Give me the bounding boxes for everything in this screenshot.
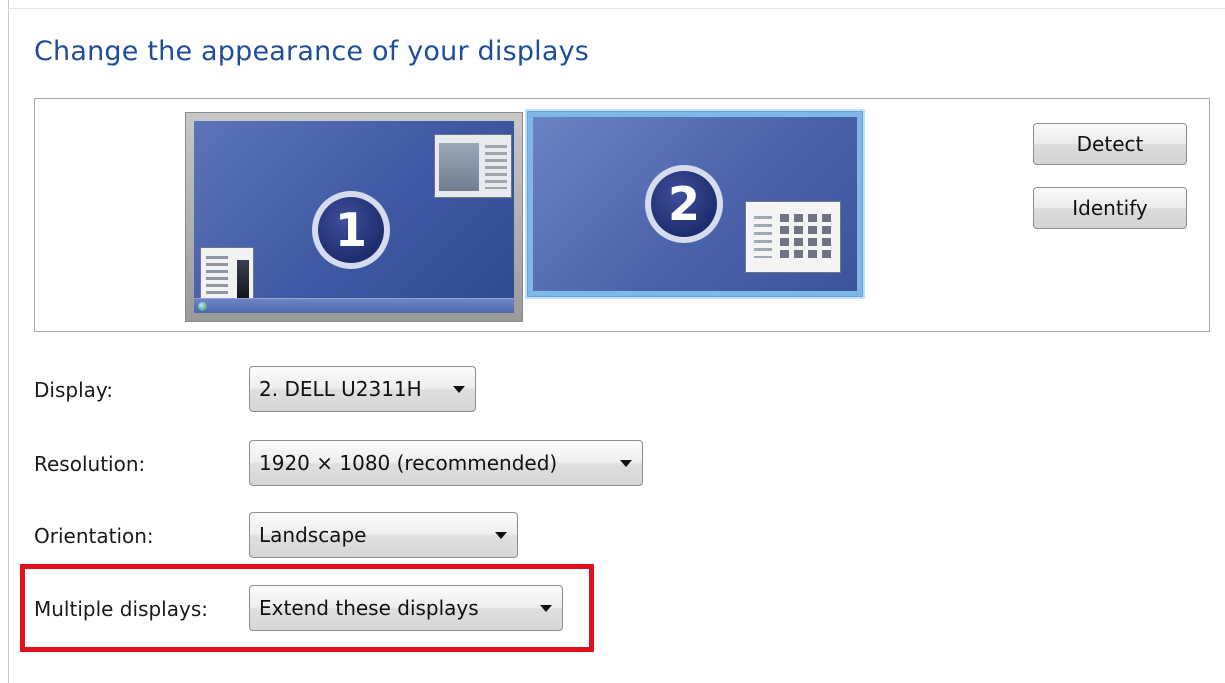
window-left-border [8, 0, 9, 683]
display-dropdown[interactable]: 2. DELL U2311H [249, 366, 476, 412]
monitor-2-number: 2 [651, 171, 717, 237]
resolution-dropdown[interactable]: 1920 × 1080 (recommended) [249, 440, 643, 486]
window-thumbnail-icon [434, 134, 512, 198]
monitor-1-screen: 1 [194, 121, 514, 313]
calculator-window-thumbnail-icon [745, 201, 841, 273]
resolution-label: Resolution: [34, 452, 146, 476]
display-label: Display: [34, 378, 114, 402]
monitor-2-preview-selected[interactable]: 2 [527, 111, 863, 297]
monitor-arrangement-panel: 1 2 Detect Identify [34, 98, 1210, 332]
identify-button[interactable]: Identify [1033, 187, 1187, 229]
display-settings-window: Change the appearance of your displays 1 [0, 0, 1225, 683]
monitor-number-badge: 2 [645, 165, 723, 243]
chevron-down-icon [620, 460, 632, 467]
chevron-down-icon [495, 532, 507, 539]
monitor-1-preview[interactable]: 1 [185, 112, 523, 322]
monitor-1-number: 1 [318, 197, 384, 263]
resolution-dropdown-value: 1920 × 1080 (recommended) [259, 451, 558, 475]
window-top-border [8, 8, 1225, 9]
monitor-2-screen: 2 [533, 117, 857, 291]
chevron-down-icon [540, 605, 552, 612]
taskbar-thumbnail [194, 298, 514, 313]
monitor-number-badge: 1 [312, 191, 390, 269]
multiple-displays-label: Multiple displays: [34, 597, 208, 621]
display-dropdown-value: 2. DELL U2311H [259, 377, 422, 401]
orientation-label: Orientation: [34, 524, 154, 548]
orientation-dropdown-value: Landscape [259, 523, 367, 547]
start-orb-icon [198, 302, 207, 311]
chevron-down-icon [453, 386, 465, 393]
multiple-displays-dropdown[interactable]: Extend these displays [249, 585, 563, 631]
page-title: Change the appearance of your displays [34, 36, 590, 67]
detect-button[interactable]: Detect [1033, 123, 1187, 165]
multiple-displays-dropdown-value: Extend these displays [259, 596, 479, 620]
orientation-dropdown[interactable]: Landscape [249, 512, 518, 558]
